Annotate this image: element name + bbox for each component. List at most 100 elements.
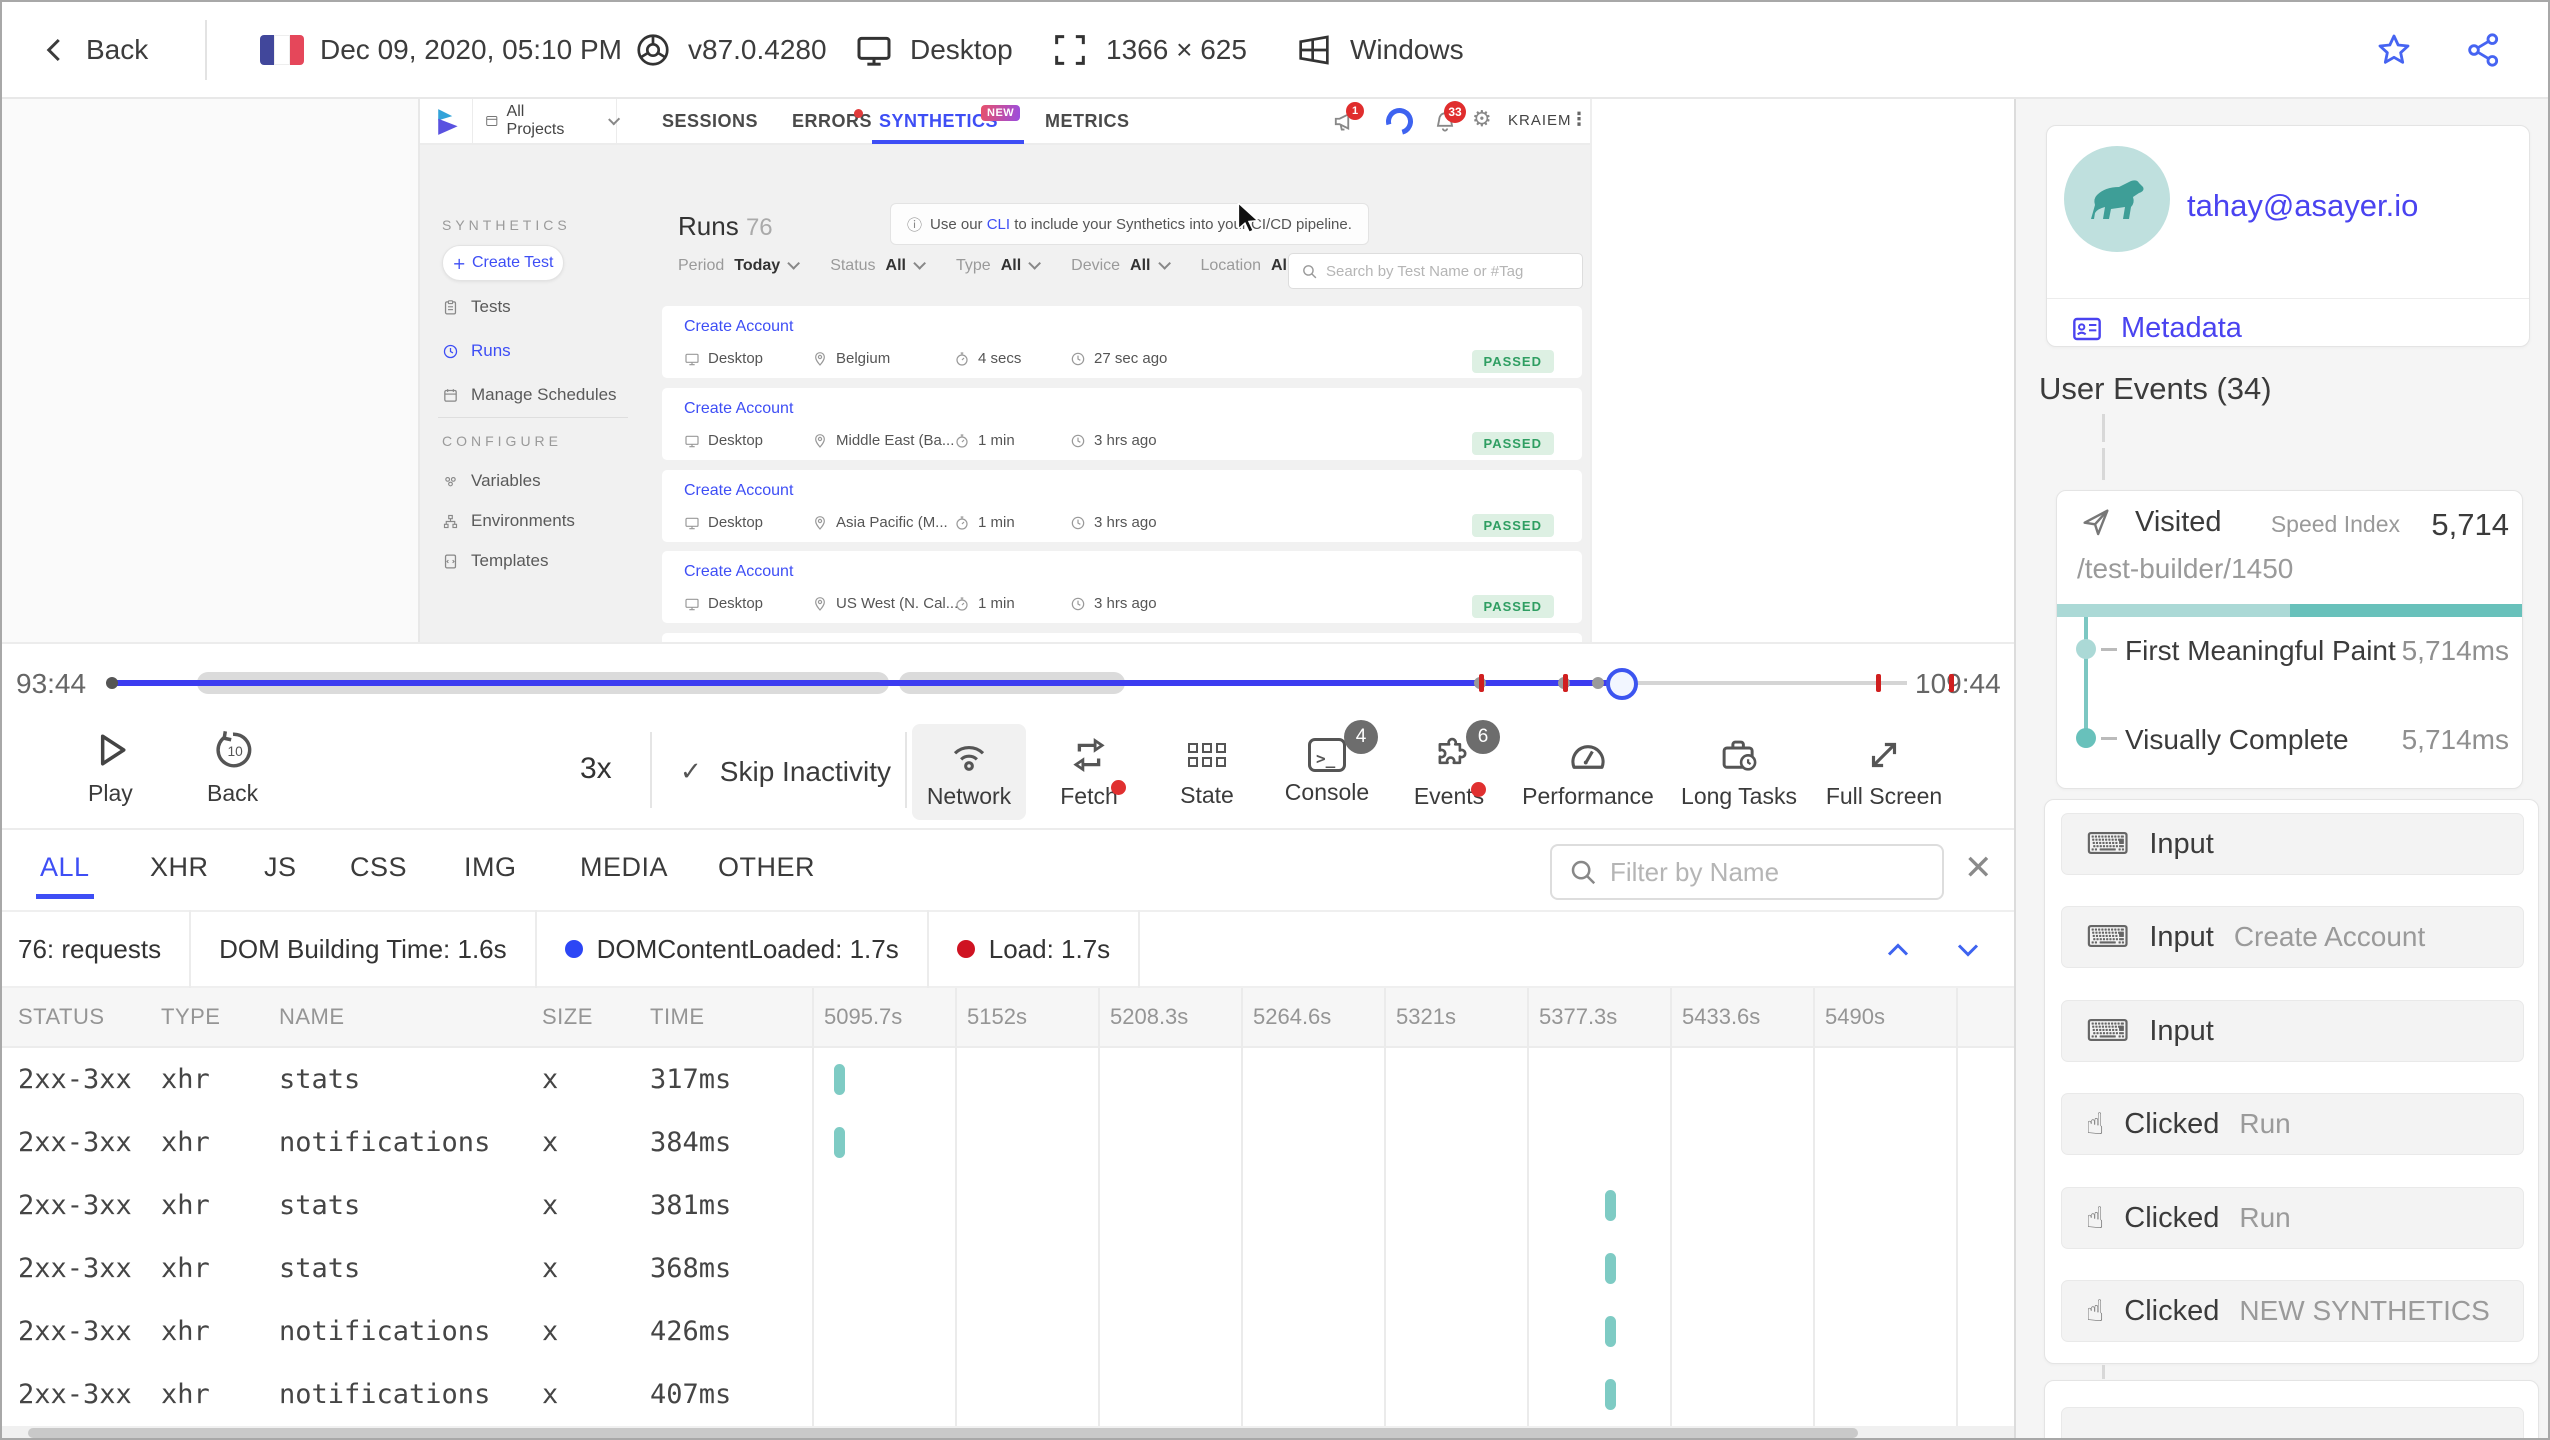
table-row[interactable]: 2xx-3xx xhr stats x 381ms [2, 1174, 2014, 1237]
sidebar-item-templates[interactable]: Templates [442, 551, 548, 571]
col-status[interactable]: STATUS [18, 1004, 105, 1030]
skip-inactivity-toggle[interactable]: ✓ Skip Inactivity [680, 756, 891, 788]
share-button[interactable] [2464, 2, 2504, 97]
run-card[interactable]: Create Account Desktop Asia Pacific (M..… [662, 470, 1582, 542]
request-waterfall-bar[interactable] [1605, 1379, 1616, 1410]
filter-by-name-box[interactable] [1550, 844, 1944, 900]
cli-link[interactable]: CLI [987, 216, 1010, 233]
tab-other[interactable]: OTHER [718, 852, 815, 883]
filter-status[interactable]: Status All [830, 257, 926, 275]
back-label: Back [207, 780, 259, 806]
event-clicked[interactable]: ☝ Clicked Run [2061, 1187, 2524, 1249]
performance-panel-button[interactable]: Performance [1514, 724, 1662, 820]
error-marker[interactable] [1876, 674, 1881, 692]
tab-css[interactable]: CSS [350, 852, 407, 883]
state-panel-button[interactable]: State [1152, 724, 1262, 820]
request-waterfall-bar[interactable] [1605, 1190, 1616, 1221]
jump-previous-button[interactable] [1880, 932, 1916, 968]
jump-next-button[interactable] [1950, 932, 1986, 968]
network-panel-button[interactable]: Network [912, 724, 1026, 820]
sidebar-item-tests[interactable]: Tests [442, 297, 511, 317]
request-waterfall-bar[interactable] [1605, 1253, 1616, 1284]
device-label: Desktop [910, 33, 1013, 65]
run-name-link[interactable]: Create Account [684, 563, 793, 581]
project-selector[interactable]: All Projects [472, 99, 621, 143]
request-waterfall-bar[interactable] [834, 1127, 845, 1158]
test-search-input[interactable] [1326, 262, 1556, 280]
run-name-link[interactable]: Create Account [684, 482, 793, 500]
sidebar-item-manage-schedules[interactable]: Manage Schedules [442, 385, 617, 405]
run-card[interactable]: Create Account Desktop US West (N. Cal..… [662, 551, 1582, 623]
event-input[interactable]: ⌨ Input Create Account [2061, 906, 2524, 968]
events-panel-button[interactable]: 6 Events [1392, 720, 1506, 820]
windows-icon [1299, 34, 1329, 65]
request-waterfall-bar[interactable] [834, 1064, 845, 1095]
sidebar-item-environments[interactable]: Environments [442, 511, 575, 531]
favorite-button[interactable] [2374, 2, 2414, 97]
run-card[interactable]: Create Account Desktop Middle East (Ba..… [662, 388, 1582, 460]
user-menu[interactable]: KRAIEM [1508, 112, 1572, 129]
full-screen-button[interactable]: Full Screen [1816, 724, 1952, 820]
error-marker[interactable] [1563, 674, 1568, 692]
table-row[interactable]: 2xx-3xx xhr notifications x 426ms [2, 1300, 2014, 1363]
long-tasks-panel-button[interactable]: Long Tasks [1668, 724, 1810, 820]
event-clicked[interactable]: ☝ Clicked Run [2061, 1093, 2524, 1155]
visited-event-card[interactable]: Visited Speed Index 5,714 /test-builder/… [2056, 490, 2523, 789]
tab-img[interactable]: IMG [464, 852, 517, 883]
table-row[interactable]: 2xx-3xx xhr stats x 317ms [2, 1048, 2014, 1111]
playhead-handle[interactable] [1606, 668, 1638, 700]
tab-sessions[interactable]: SESSIONS [662, 99, 758, 143]
tab-synthetics[interactable]: SYNTHETICS [879, 99, 998, 143]
run-name-link[interactable]: Create Account [684, 318, 793, 336]
error-marker[interactable] [1479, 674, 1484, 692]
col-type[interactable]: TYPE [161, 1004, 220, 1030]
tab-media[interactable]: MEDIA [580, 852, 668, 883]
col-name[interactable]: NAME [279, 1004, 345, 1030]
kebab-menu-icon[interactable]: ⋮ [1570, 109, 1588, 130]
request-waterfall-bar[interactable] [1605, 1316, 1616, 1347]
event-dot[interactable] [1592, 677, 1604, 689]
horizontal-scrollbar[interactable] [2, 1426, 2014, 1438]
sidebar-item-variables[interactable]: Variables [442, 471, 541, 491]
event-input[interactable]: ⌨ Input [2061, 1000, 2524, 1062]
console-panel-button[interactable]: >_ 4 Console [1270, 720, 1384, 820]
metadata-button[interactable]: Metadata [2069, 312, 2242, 345]
create-test-button[interactable]: + Create Test [442, 245, 564, 281]
event-row-partial[interactable] [2061, 1407, 2524, 1438]
event-clicked[interactable]: ☝ Clicked NEW SYNTHETICS [2061, 1280, 2524, 1342]
filter-by-name-input[interactable] [1610, 856, 1910, 888]
fetch-panel-button[interactable]: Fetch [1034, 724, 1144, 820]
test-search-box[interactable] [1288, 253, 1583, 289]
table-row[interactable]: 2xx-3xx xhr notifications x 407ms [2, 1363, 2014, 1426]
table-row[interactable]: 2xx-3xx xhr stats x 368ms [2, 1237, 2014, 1300]
announcements-button[interactable]: 1 [1332, 102, 1364, 135]
scrollbar-thumb[interactable] [28, 1428, 1858, 1438]
gear-icon[interactable]: ⚙ [1472, 107, 1492, 132]
visually-complete-dot-icon [2076, 728, 2096, 748]
run-card[interactable]: Create Account Desktop Belgium 4 secs 27… [662, 306, 1582, 378]
filter-type[interactable]: Type All [956, 257, 1042, 275]
close-panel-button[interactable]: ✕ [1964, 848, 1993, 888]
notifications-button[interactable]: 33 [1432, 101, 1466, 135]
speed-button[interactable]: 3x [580, 752, 612, 786]
tab-metrics[interactable]: METRICS [1045, 99, 1130, 143]
back-button[interactable]: Back [40, 2, 148, 97]
tab-js[interactable]: JS [264, 852, 297, 883]
back-10s-button[interactable]: 10 Back [207, 728, 258, 807]
tab-all[interactable]: ALL [36, 852, 94, 899]
table-row[interactable]: 2xx-3xx xhr notifications x 384ms [2, 1111, 2014, 1174]
divider [650, 732, 652, 808]
sidebar-item-runs[interactable]: Runs [442, 341, 511, 361]
filter-device[interactable]: Device All [1071, 257, 1171, 275]
col-size[interactable]: SIZE [542, 1004, 593, 1030]
error-marker[interactable] [1949, 674, 1954, 692]
event-input[interactable]: ⌨ Input [2061, 813, 2524, 875]
tab-xhr[interactable]: XHR [150, 852, 209, 883]
run-name-link[interactable]: Create Account [684, 400, 793, 418]
tab-errors[interactable]: ERRORS [792, 99, 872, 143]
run-card[interactable]: Create Account PASSED [662, 633, 1582, 642]
col-time[interactable]: TIME [650, 1004, 705, 1030]
play-button[interactable]: Play [88, 728, 133, 807]
filter-period[interactable]: Period Today [678, 257, 801, 275]
user-email[interactable]: tahay@asayer.io [2187, 188, 2418, 224]
